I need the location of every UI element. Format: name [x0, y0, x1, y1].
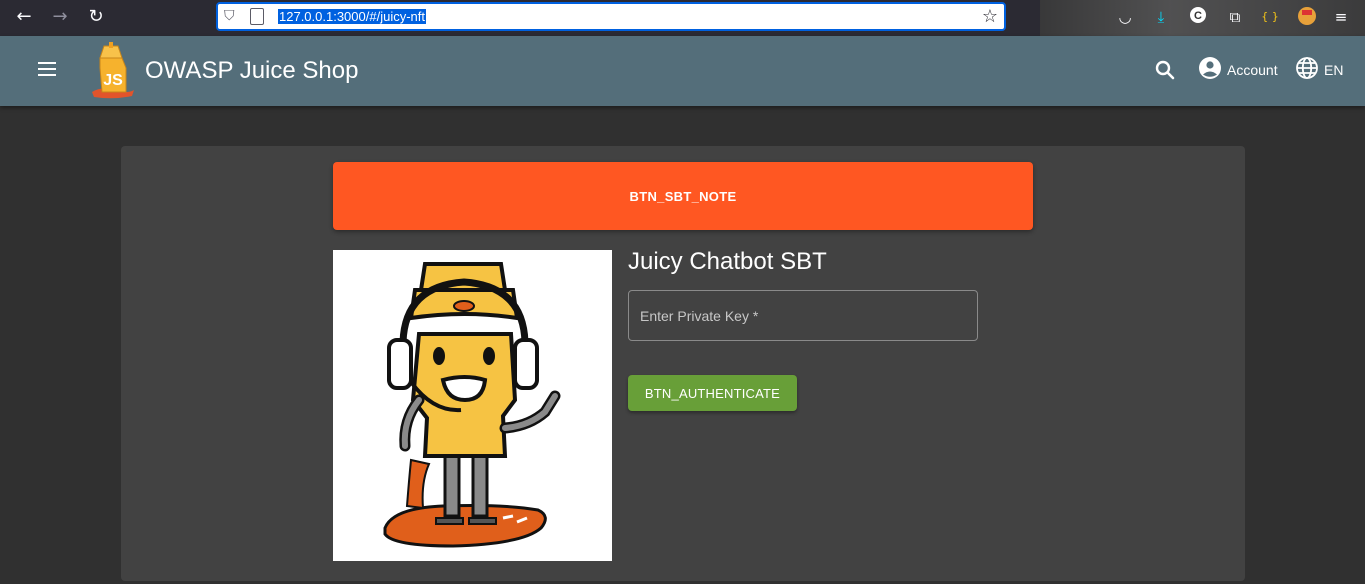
extension-icon[interactable]: C: [1187, 6, 1209, 28]
sidenav-menu-button[interactable]: [34, 58, 60, 84]
sbt-note-button[interactable]: BTN_SBT_NOTE: [333, 162, 1033, 230]
private-key-input[interactable]: [629, 291, 977, 340]
account-circle-icon: [1198, 56, 1222, 85]
language-button[interactable]: EN: [1295, 56, 1343, 84]
url-text[interactable]: 127.0.0.1:3000/#/juicy-nft: [278, 9, 426, 24]
pocket-icon[interactable]: ◡: [1114, 6, 1136, 28]
sbt-note-label: BTN_SBT_NOTE: [629, 188, 737, 204]
shield-icon[interactable]: ⛉: [224, 8, 240, 26]
svg-text:JS: JS: [103, 72, 123, 89]
account-label: Account: [1227, 62, 1278, 78]
globe-icon: [1295, 56, 1319, 85]
avatar-icon[interactable]: [1296, 6, 1318, 28]
page-icon: [250, 8, 264, 25]
address-bar[interactable]: ⛉ 127.0.0.1:3000/#/juicy-nft ☆: [216, 2, 1006, 31]
app-toolbar: JS OWASP Juice Shop Account EN: [0, 36, 1365, 106]
puzzle-icon[interactable]: ⧉: [1224, 6, 1246, 28]
nft-title: Juicy Chatbot SBT: [628, 248, 827, 275]
browser-toolbar: ← → ↻ ⛉ 127.0.0.1:3000/#/juicy-nft ☆ ◡ ⤓…: [0, 0, 1365, 36]
back-icon[interactable]: ←: [10, 4, 38, 30]
private-key-field[interactable]: [628, 290, 978, 341]
authenticate-button[interactable]: BTN_AUTHENTICATE: [628, 375, 797, 411]
account-button[interactable]: Account: [1198, 56, 1278, 84]
juice-shop-logo[interactable]: JS: [88, 40, 138, 100]
forward-icon[interactable]: →: [46, 4, 74, 30]
nft-card: BTN_SBT_NOTE Juicy Chatbot SBT Enter Pri…: [121, 146, 1245, 581]
language-label: EN: [1324, 62, 1344, 78]
menu-icon[interactable]: ≡: [1330, 6, 1352, 28]
search-icon[interactable]: [1152, 57, 1178, 83]
reload-icon[interactable]: ↻: [82, 4, 110, 30]
svg-text:C: C: [1194, 10, 1202, 22]
app-title[interactable]: OWASP Juice Shop: [145, 57, 358, 85]
downloads-icon[interactable]: ⤓: [1150, 6, 1172, 28]
juicy-chatbot-image: [333, 250, 612, 561]
braces-icon[interactable]: { }: [1259, 6, 1281, 28]
bookmark-star-icon[interactable]: ☆: [982, 6, 998, 27]
